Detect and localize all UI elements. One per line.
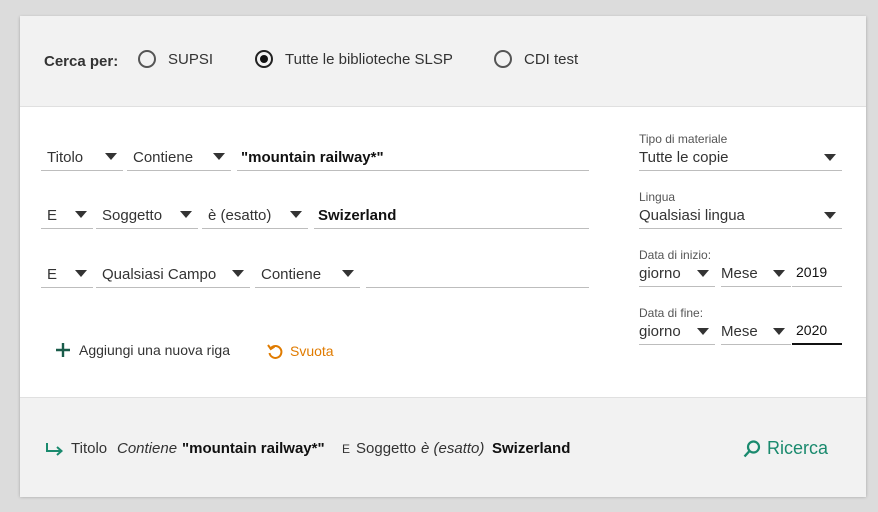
- summary-value1: "mountain railway*": [182, 440, 325, 457]
- row3-field: Qualsiasi Campo: [102, 265, 217, 283]
- end-date-label: Data di fine:: [639, 306, 704, 320]
- end-day: giorno: [639, 323, 681, 340]
- clear-button[interactable]: Svuota: [265, 341, 334, 361]
- chevron-down-icon: [773, 328, 785, 335]
- scope-radio-all-slsp[interactable]: Tutte le biblioteche SLSP: [255, 50, 453, 68]
- summary-field2: Soggetto: [356, 440, 417, 457]
- end-month-select[interactable]: Mese: [721, 321, 791, 345]
- radio-circle-checked: [255, 50, 273, 68]
- chevron-down-icon: [824, 154, 836, 161]
- search-button-label: Ricerca: [767, 438, 829, 458]
- language-value: Qualsiasi lingua: [639, 207, 745, 224]
- start-year: 2019: [796, 264, 828, 280]
- add-row-button[interactable]: Aggiungi una nuova riga: [54, 341, 230, 359]
- chevron-down-icon: [75, 211, 87, 218]
- row1-field: Titolo: [47, 148, 84, 166]
- summary-field1: Titolo: [71, 440, 108, 457]
- query-summary-bar: Titolo Contiene "mountain railway*" E So…: [20, 397, 866, 497]
- start-day-select[interactable]: giorno: [639, 263, 715, 287]
- search-button[interactable]: Ricerca: [742, 438, 828, 459]
- chevron-down-icon: [232, 270, 244, 277]
- summary-precision1: Contiene: [117, 440, 178, 457]
- chevron-down-icon: [824, 212, 836, 219]
- start-month-select[interactable]: Mese: [721, 263, 791, 287]
- chevron-down-icon: [180, 211, 192, 218]
- row3-precision: Contiene: [261, 265, 322, 283]
- scope-option-label: CDI test: [524, 50, 579, 68]
- material-type-select[interactable]: Tutte le copie: [639, 147, 842, 171]
- chevron-down-icon: [290, 211, 302, 218]
- radio-circle: [494, 50, 512, 68]
- language-label: Lingua: [639, 190, 676, 204]
- summary-operator2: E: [342, 442, 351, 456]
- chevron-down-icon: [697, 270, 709, 277]
- chevron-down-icon: [75, 270, 87, 277]
- summary-value2: Swizerland: [492, 440, 571, 457]
- start-day: giorno: [639, 265, 681, 282]
- chevron-down-icon: [342, 270, 354, 277]
- row1-search-input[interactable]: "mountain railway*": [237, 144, 589, 171]
- material-type-value: Tutte le copie: [639, 149, 729, 166]
- undo-icon: [267, 344, 283, 359]
- scope-radio-supsi[interactable]: SUPSI: [138, 50, 213, 68]
- start-date-label: Data di inizio:: [639, 248, 712, 262]
- summary-precision2: è (esatto): [421, 440, 485, 457]
- row3-operator: E: [47, 265, 58, 283]
- row1-field-select[interactable]: Titolo: [41, 144, 123, 171]
- end-year-input[interactable]: 2020: [792, 321, 842, 345]
- scope-radio-cdi-test[interactable]: CDI test: [494, 50, 578, 68]
- start-month: Mese: [721, 265, 758, 282]
- plus-icon: [56, 343, 70, 357]
- row3-operator-select[interactable]: E: [41, 261, 93, 288]
- add-row-label: Aggiungi una nuova riga: [79, 342, 231, 358]
- search-scope-bar: Cerca per: SUPSI Tutte le biblioteche SL…: [20, 16, 866, 107]
- row1-precision-select[interactable]: Contiene: [127, 144, 231, 171]
- clear-label: Svuota: [290, 343, 334, 359]
- row2-precision: è (esatto): [208, 206, 272, 224]
- chevron-down-icon: [697, 328, 709, 335]
- row2-value: Swizerland: [318, 206, 397, 224]
- row2-search-input[interactable]: Swizerland: [314, 202, 589, 229]
- row3-field-select[interactable]: Qualsiasi Campo: [96, 261, 250, 288]
- row1-precision: Contiene: [133, 148, 194, 166]
- language-select[interactable]: Qualsiasi lingua: [639, 205, 842, 229]
- row3-search-input[interactable]: [366, 261, 589, 288]
- arrow-return-icon: [46, 443, 64, 456]
- row1-value: "mountain railway*": [241, 148, 384, 166]
- chevron-down-icon: [773, 270, 785, 277]
- scope-option-label: SUPSI: [168, 50, 214, 68]
- row2-field-select[interactable]: Soggetto: [96, 202, 198, 229]
- row3-precision-select[interactable]: Contiene: [255, 261, 360, 288]
- search-icon: [743, 439, 761, 457]
- end-day-select[interactable]: giorno: [639, 321, 715, 345]
- row2-operator: E: [47, 206, 58, 224]
- start-year-input[interactable]: 2019: [792, 263, 842, 287]
- advanced-search-panel: Cerca per: SUPSI Tutte le biblioteche SL…: [20, 16, 866, 497]
- end-month: Mese: [721, 323, 758, 340]
- scope-label: Cerca per:: [44, 53, 119, 70]
- material-type-label: Tipo di materiale: [639, 132, 728, 146]
- row2-precision-select[interactable]: è (esatto): [202, 202, 308, 229]
- row2-operator-select[interactable]: E: [41, 202, 93, 229]
- radio-circle: [138, 50, 156, 68]
- row2-field: Soggetto: [102, 206, 163, 224]
- scope-option-label: Tutte le biblioteche SLSP: [285, 50, 453, 68]
- end-year: 2020: [796, 322, 828, 338]
- chevron-down-icon: [105, 153, 117, 160]
- chevron-down-icon: [213, 153, 225, 160]
